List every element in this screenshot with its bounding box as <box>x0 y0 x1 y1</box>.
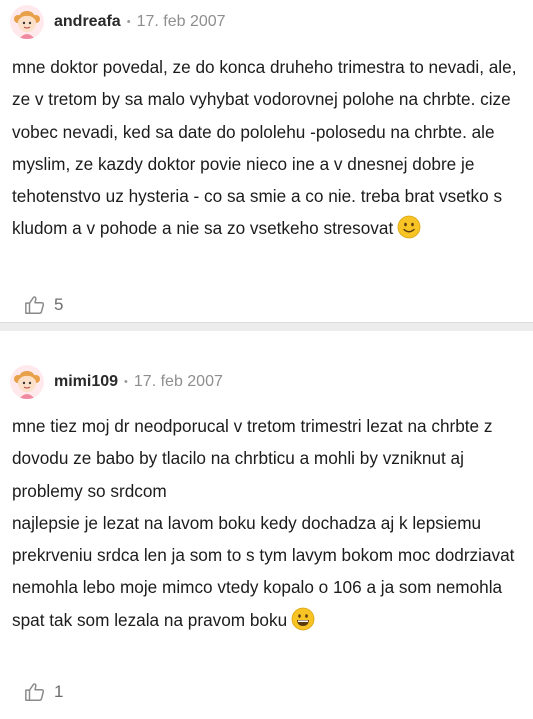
like-count: 1 <box>54 682 64 701</box>
comment-paragraph: mne tiez moj dr neodporucal v tretom tri… <box>12 416 493 501</box>
thumbs-up-outline-icon <box>25 296 45 314</box>
comment-date: 17. feb 2007 <box>136 13 226 30</box>
comment-paragraph: mne doktor povedal, ze do konca druheho … <box>12 57 517 239</box>
comment-card: andreafa • 17. feb 2007 mne doktor poved… <box>0 0 533 331</box>
comment-card: mimi109 • 17. feb 2007 mne tiez moj dr n… <box>0 331 533 719</box>
like-count: 5 <box>54 295 64 314</box>
comment-body: mne doktor povedal, ze do konca druheho … <box>12 51 523 245</box>
comment-divider <box>0 322 533 331</box>
comment-date: 17. feb 2007 <box>133 373 223 390</box>
comment-body: mne tiez moj dr neodporucal v tretom tri… <box>12 410 523 636</box>
thumbs-up-outline-icon <box>25 683 45 701</box>
slightly-smiling-face-icon <box>397 216 421 239</box>
user-avatar[interactable] <box>10 365 44 399</box>
grinning-face-icon <box>291 607 315 631</box>
user-avatar[interactable] <box>10 5 44 39</box>
meta-separator: • <box>126 16 131 28</box>
meta-separator: • <box>124 376 128 388</box>
comment-header: andreafa • 17. feb 2007 <box>10 5 226 39</box>
comment-header: mimi109 • 17. feb 2007 <box>10 365 223 399</box>
like-button[interactable]: 1 <box>24 681 63 703</box>
username[interactable]: andreafa <box>54 13 121 31</box>
username[interactable]: mimi109 <box>54 373 118 391</box>
comment-paragraph: najlepsie je lezat na lavom boku kedy do… <box>12 512 515 630</box>
like-button[interactable]: 5 <box>24 294 63 316</box>
